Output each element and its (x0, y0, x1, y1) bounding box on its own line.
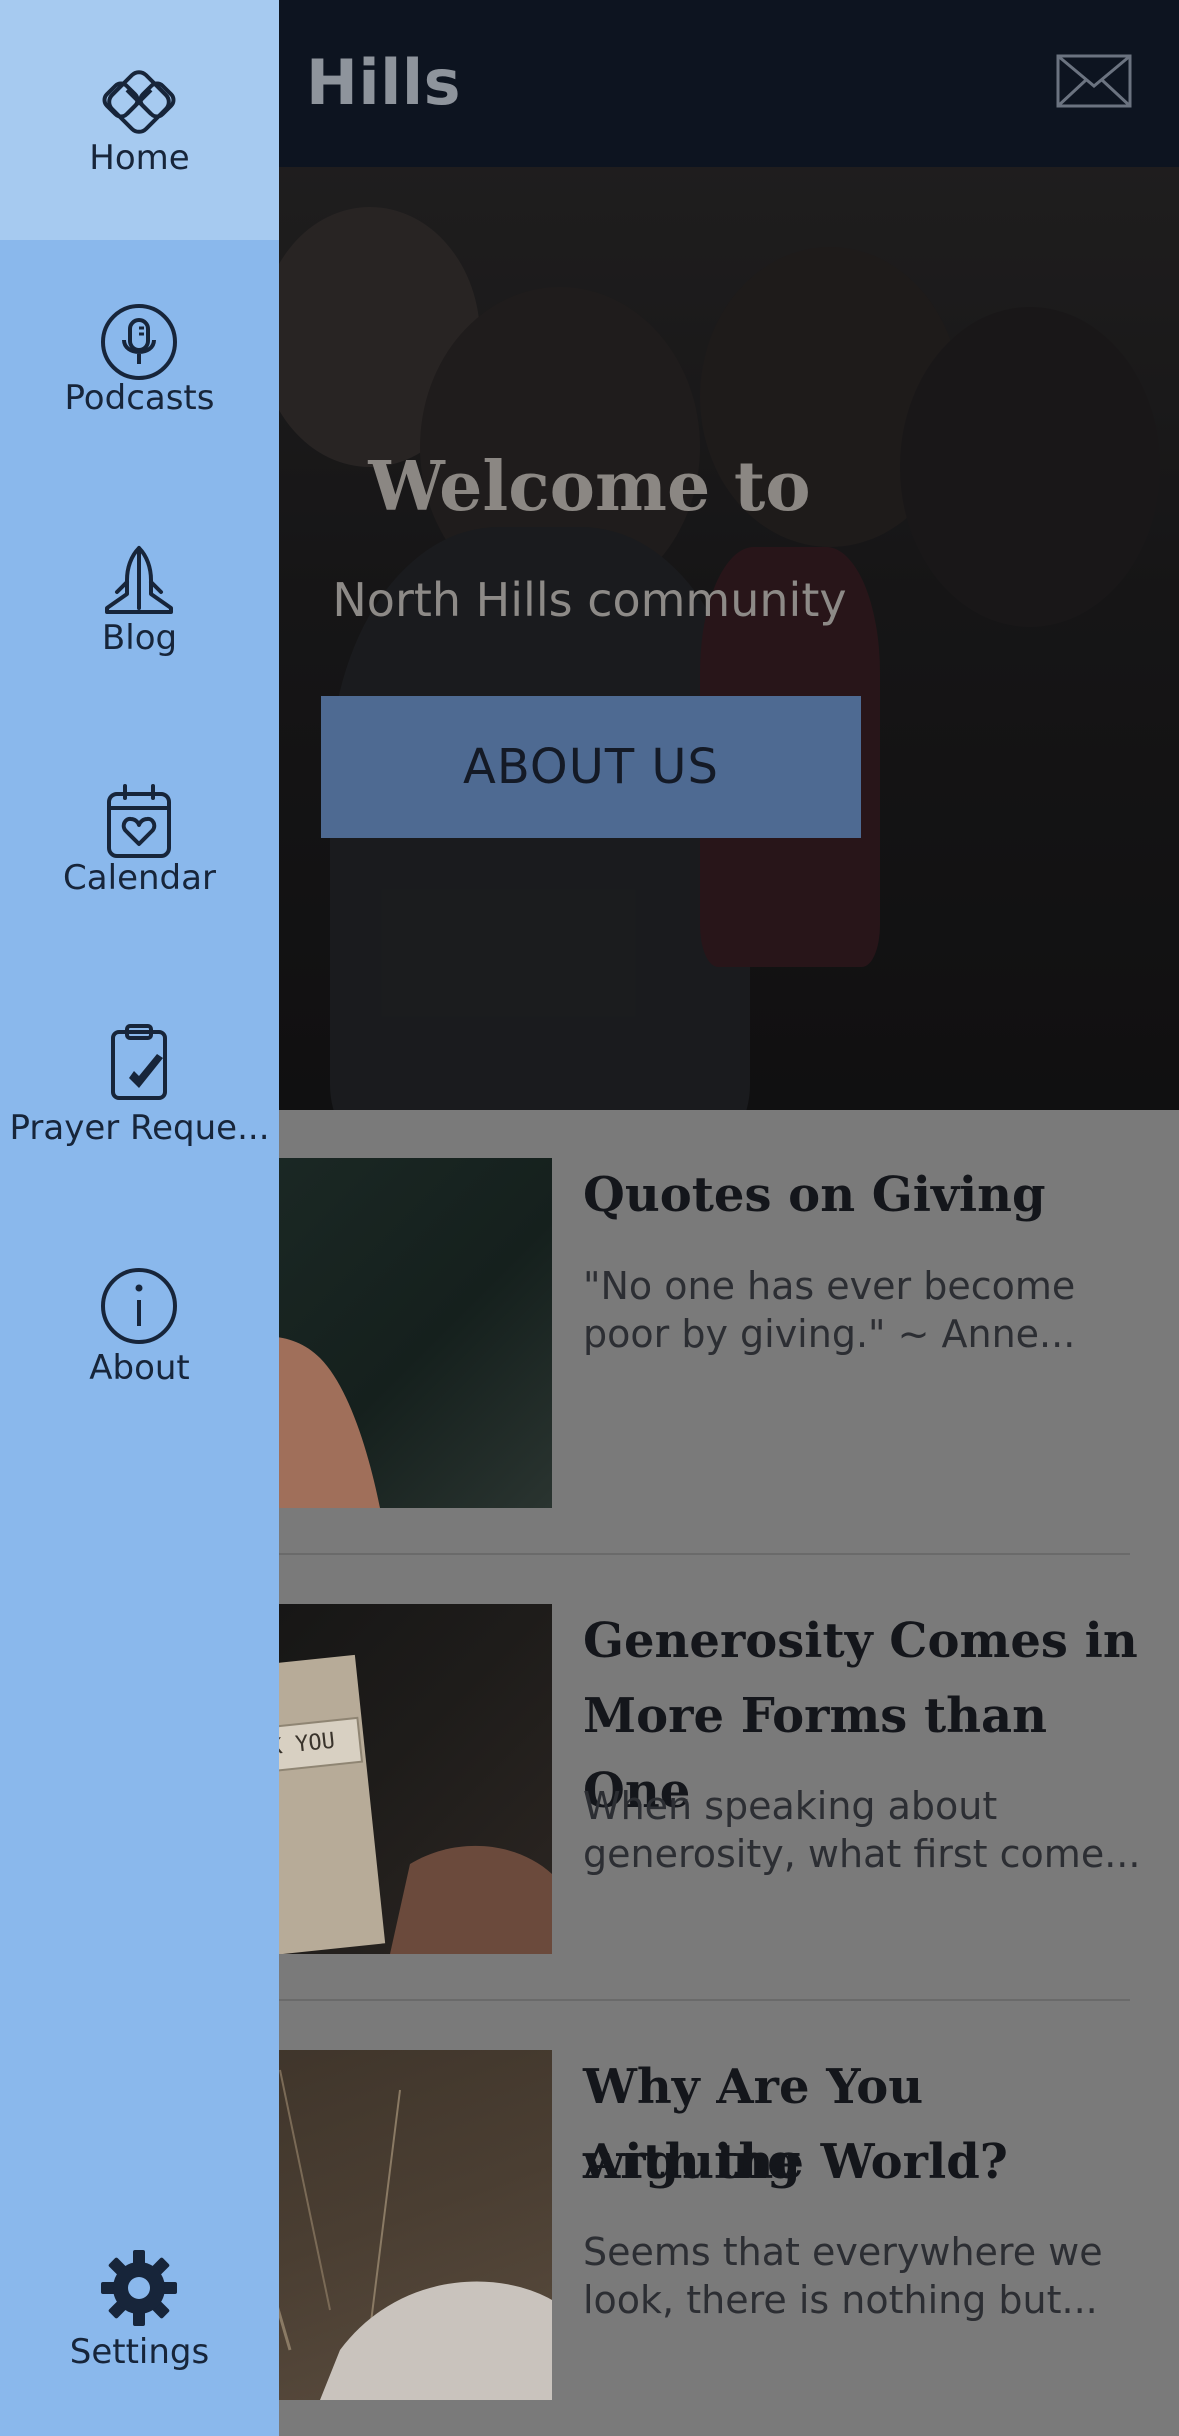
drawer-item-podcasts[interactable]: Podcasts (0, 240, 279, 480)
drawer-item-home[interactable]: Home (0, 0, 279, 240)
blog-post-excerpt: "No one has ever become (583, 1264, 1076, 1308)
clipboard-check-icon (99, 1022, 179, 1102)
blog-post-excerpt: Seems that everywhere we (583, 2230, 1103, 2274)
drawer-item-about[interactable]: About (0, 1230, 279, 1470)
drawer-item-label: Blog (101, 618, 178, 658)
drawer-item-prayer-requests[interactable]: Prayer Reque... (0, 960, 279, 1200)
drawer-item-label: Home (89, 138, 190, 178)
about-us-button[interactable]: ABOUT US (321, 696, 861, 838)
drawer-item-calendar[interactable]: Calendar (0, 720, 279, 960)
gear-icon (99, 2248, 179, 2328)
divider (180, 1553, 1130, 1555)
blog-post-excerpt: poor by giving." ~ Anne... (583, 1312, 1076, 1356)
praying-hands-icon (99, 542, 179, 622)
drawer-item-settings[interactable]: Settings (0, 2230, 279, 2436)
home-knot-icon (99, 62, 179, 142)
blog-post-excerpt: generosity, what first come... (583, 1832, 1141, 1876)
mail-icon[interactable] (1056, 54, 1132, 108)
drawer-item-label: Prayer Reque... (9, 1108, 270, 1148)
blog-post-excerpt: When speaking about (583, 1784, 998, 1828)
blog-post-title: Generosity Comes in (583, 1613, 1138, 1669)
blog-post-title: with the World? (583, 2134, 1008, 2190)
microphone-icon (99, 302, 179, 382)
blog-post-title: Quotes on Giving (583, 1167, 1046, 1223)
drawer-item-label: Podcasts (64, 378, 215, 418)
drawer-item-blog[interactable]: Blog (0, 480, 279, 720)
calendar-heart-icon (99, 782, 179, 862)
blog-post-excerpt: look, there is nothing but... (583, 2278, 1098, 2322)
divider (180, 1999, 1130, 2001)
app-screen: rth Hills Welcome to North Hills communi… (0, 0, 1179, 2436)
drawer-item-label: Settings (69, 2332, 210, 2372)
drawer-item-label: About (89, 1348, 190, 1388)
navigation-drawer: Home Podcasts Blog Calendar Prayer Reque… (0, 0, 279, 2436)
drawer-item-label: Calendar (63, 858, 216, 898)
info-icon (99, 1266, 179, 1346)
